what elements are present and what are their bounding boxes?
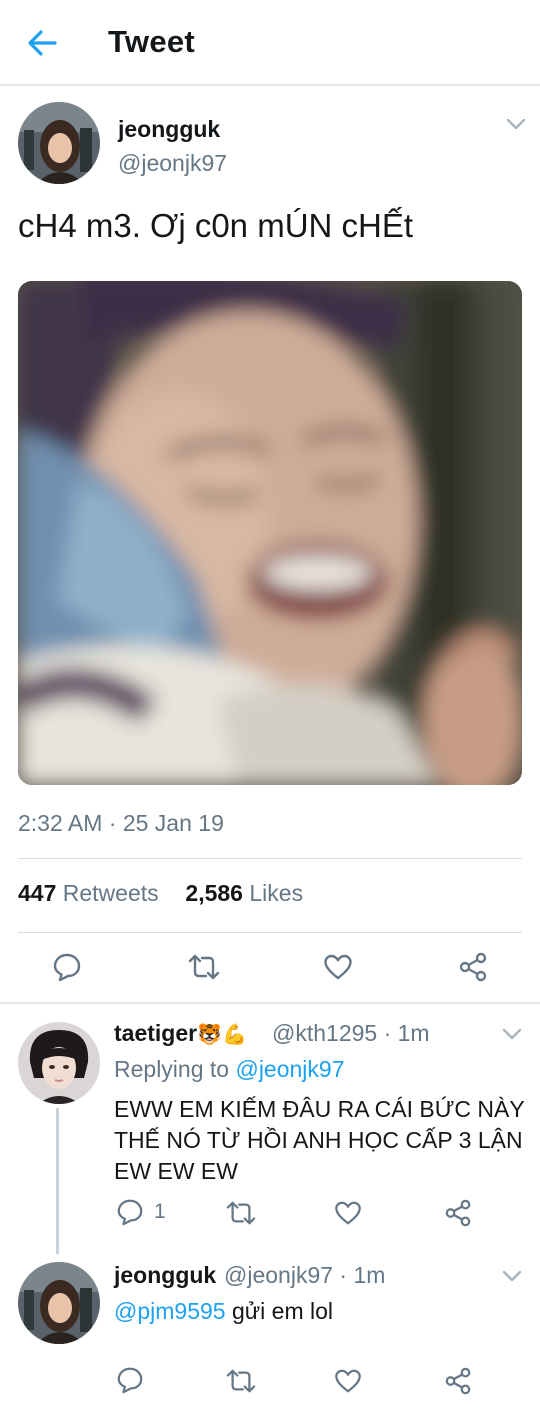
avatar[interactable] xyxy=(18,1262,100,1344)
tweet-text: cH4 m3. Ơj c0n mÚN cHẾt xyxy=(18,207,414,244)
mention-link[interactable]: @pjm9595 xyxy=(114,1298,226,1324)
name-emojis: 🐯💪 xyxy=(197,1024,247,1046)
reply-handle-text: @jeonjk97 xyxy=(224,1262,334,1288)
reply-text: @pjm9595 gửi em lol xyxy=(114,1296,534,1327)
share-button[interactable] xyxy=(458,952,488,982)
reply-button[interactable]: 1 xyxy=(116,1198,166,1226)
tweet-image[interactable] xyxy=(18,281,522,785)
tweet-stats: 447 Retweets 2,586 Likes xyxy=(18,880,303,907)
reply-text-body: gửi em lol xyxy=(225,1298,334,1324)
page-title: Tweet xyxy=(108,24,196,59)
author-name[interactable]: jeongguk xyxy=(118,116,220,143)
like-button[interactable] xyxy=(323,952,353,982)
like-icon xyxy=(324,954,352,980)
retweet-icon xyxy=(226,1201,256,1225)
reply-author-handle[interactable]: @kth1295 · 1m xyxy=(272,1020,430,1047)
top-bar: Tweet xyxy=(0,0,540,86)
back-button[interactable] xyxy=(22,24,62,62)
reply-count: 1 xyxy=(154,1200,166,1223)
replying-to-label: Replying to xyxy=(114,1056,230,1082)
replying-to: Replying to @jeonjk97 xyxy=(114,1056,345,1083)
like-icon xyxy=(335,1201,361,1225)
reply-handle-text: @kth1295 xyxy=(272,1020,378,1046)
reply-icon xyxy=(53,953,81,982)
likes-count[interactable]: 2,586 xyxy=(185,880,243,906)
chevron-down-icon[interactable] xyxy=(506,117,526,131)
section-separator xyxy=(0,1002,540,1004)
likes-label[interactable]: Likes xyxy=(249,880,303,906)
like-button[interactable] xyxy=(334,1367,362,1395)
share-button[interactable] xyxy=(444,1199,472,1227)
retweet-button[interactable] xyxy=(188,952,220,982)
thread-connector-line xyxy=(56,1108,59,1254)
avatar[interactable] xyxy=(18,1022,100,1104)
reply-icon xyxy=(117,1199,143,1226)
retweets-count[interactable]: 447 xyxy=(18,880,56,906)
retweets-label[interactable]: Retweets xyxy=(63,880,159,906)
reply-button[interactable] xyxy=(116,1366,144,1394)
reply-button[interactable] xyxy=(52,952,82,982)
reply-icon xyxy=(117,1367,143,1394)
retweet-button[interactable] xyxy=(226,1367,256,1395)
back-arrow-icon xyxy=(28,30,57,56)
retweet-icon xyxy=(226,1369,256,1393)
author-handle[interactable]: @jeonjk97 xyxy=(118,150,227,177)
share-icon xyxy=(459,952,487,982)
replying-to-link[interactable]: @jeonjk97 xyxy=(235,1056,344,1082)
chevron-down-icon[interactable] xyxy=(502,1269,522,1283)
reply-time: · 1m xyxy=(339,1262,386,1288)
divider xyxy=(18,858,522,859)
like-icon xyxy=(335,1369,361,1393)
chevron-down-icon[interactable] xyxy=(502,1027,522,1041)
avatar[interactable] xyxy=(18,102,100,184)
divider xyxy=(18,932,522,933)
reply-text: EWW EM KIẾM ĐÂU RA CÁI BỨC NÀY THẾ NÓ TỪ… xyxy=(114,1096,525,1184)
like-button[interactable] xyxy=(334,1199,362,1227)
reply-author-name-text: taetiger xyxy=(114,1020,198,1046)
share-icon xyxy=(445,1199,471,1227)
reply-time: · 1m xyxy=(383,1020,430,1046)
tweet-timestamp: 2:32 AM · 25 Jan 19 xyxy=(18,810,224,836)
retweet-button[interactable] xyxy=(226,1199,256,1227)
retweet-icon xyxy=(188,954,220,980)
share-icon xyxy=(445,1367,471,1395)
reply-author-name[interactable]: taetiger🐯💪 xyxy=(114,1020,247,1047)
share-button[interactable] xyxy=(444,1367,472,1395)
reply-author-handle[interactable]: @jeonjk97 · 1m xyxy=(224,1262,385,1289)
reply-author-name[interactable]: jeongguk xyxy=(114,1262,216,1289)
